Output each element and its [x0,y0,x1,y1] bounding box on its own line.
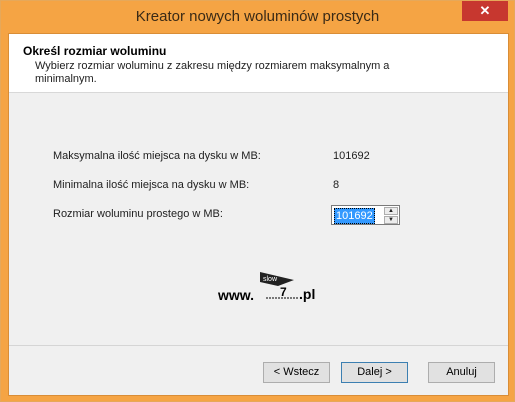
watermark-logo: slow 7 [260,272,298,299]
volume-size-stepper[interactable]: 101692 ▲ ▼ [331,205,400,225]
close-button[interactable]: ✕ [462,1,508,21]
close-icon: ✕ [479,3,491,18]
min-size-label: Minimalna ilość miejsca na dysku w MB: [53,179,250,191]
page-title: Określ rozmiar woluminu [23,44,167,58]
watermark-badge-text: slow [263,276,278,283]
watermark-www: www. [218,287,255,303]
spin-down-icon[interactable]: ▼ [384,216,398,224]
watermark-badge-number: 7 [280,285,287,299]
spin-up-icon[interactable]: ▲ [384,207,398,215]
watermark-suffix: .pl [299,286,316,302]
back-button[interactable]: < Wstecz [263,362,330,383]
page-description: Wybierz rozmiar woluminu z zakresu międz… [35,60,390,85]
max-size-value: 101692 [333,150,370,162]
wizard-window: Kreator nowych woluminów prostych ✕ Okre… [0,0,515,402]
footer-divider [9,345,508,346]
volume-size-input[interactable]: 101692 [334,208,375,224]
wizard-header: Określ rozmiar woluminu Wybierz rozmiar … [9,34,508,93]
next-button[interactable]: Dalej > [341,362,408,383]
title-bar: Kreator nowych woluminów prostych ✕ [1,1,514,33]
cancel-button[interactable]: Anuluj [428,362,495,383]
min-size-value: 8 [333,179,340,191]
max-size-label: Maksymalna ilość miejsca na dysku w MB: [53,150,261,162]
window-title: Kreator nowych woluminów prostych [135,8,380,25]
wizard-content: Określ rozmiar woluminu Wybierz rozmiar … [8,33,509,396]
volume-size-label: Rozmiar woluminu prostego w MB: [53,208,223,220]
